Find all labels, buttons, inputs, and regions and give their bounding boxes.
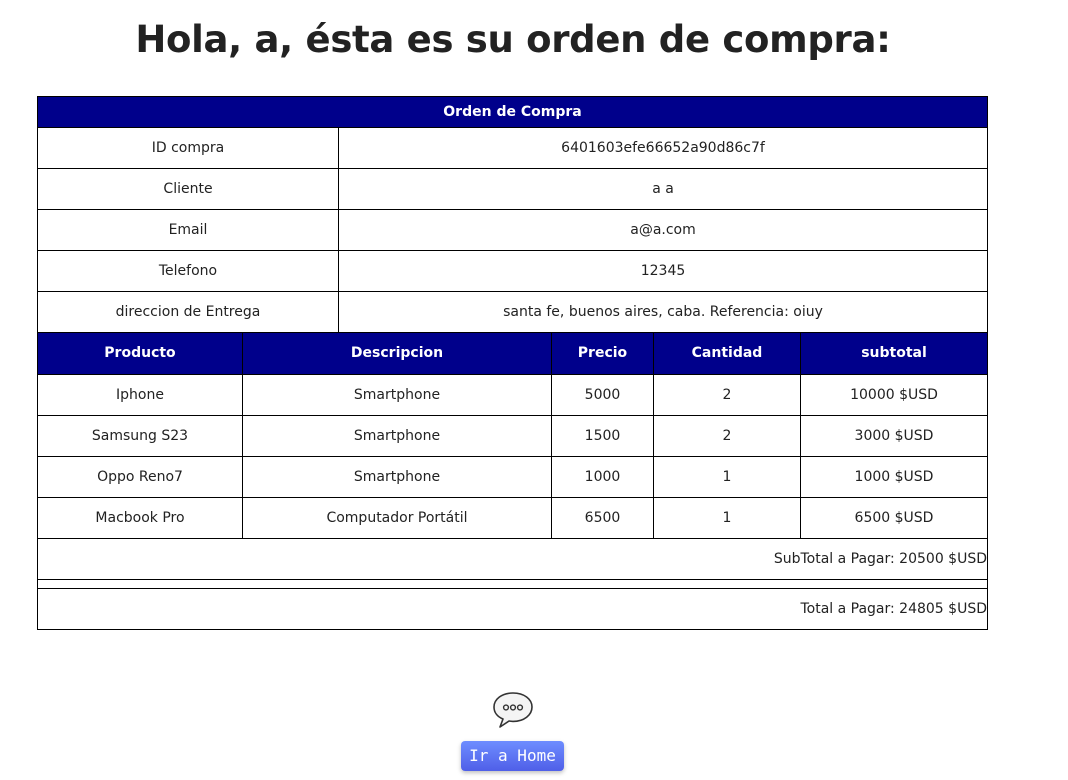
cell-subtotal: 3000 $USD [854, 428, 934, 444]
column-header: Descripcion [243, 333, 552, 374]
info-label: direccion de Entrega [38, 292, 339, 332]
info-label: Cliente [38, 169, 339, 209]
table-row: Oppo Reno7 Smartphone 1000 1 1000 $USD [38, 457, 987, 498]
cell-quantity: 2 [654, 375, 801, 415]
cell-product: Iphone [38, 375, 243, 415]
cell-description: Smartphone [243, 416, 552, 456]
page-title: Hola, a, ésta es su orden de compra: [135, 18, 891, 61]
cell-product: Macbook Pro [38, 498, 243, 538]
cell-subtotal: 10000 $USD [850, 387, 938, 403]
cell-price: 5000 [552, 375, 654, 415]
cell-product: Samsung S23 [38, 416, 243, 456]
subtotal-text: SubTotal a Pagar: 20500 $USD [38, 539, 987, 580]
info-row-phone: Telefono 12345 [38, 251, 987, 292]
info-row-id: ID compra 6401603efe66652a90d86c7f [38, 128, 987, 169]
page: Hola, a, ésta es su orden de compra: Ord… [0, 0, 1068, 780]
info-label: Telefono [38, 251, 339, 291]
info-value: a a [652, 181, 674, 197]
info-label: ID compra [38, 128, 339, 168]
cell-description: Smartphone [243, 375, 552, 415]
cell-product: Oppo Reno7 [38, 457, 243, 497]
total-text: Total a Pagar: 24805 $USD [800, 601, 987, 617]
info-row-email: Email a@a.com [38, 210, 987, 251]
info-row-address: direccion de Entrega santa fe, buenos ai… [38, 292, 987, 333]
order-table: Orden de Compra ID compra 6401603efe6665… [37, 96, 988, 630]
info-value: santa fe, buenos aires, caba. Referencia… [503, 304, 823, 320]
column-header: Cantidad [654, 333, 801, 374]
cell-quantity: 1 [654, 498, 801, 538]
column-header: Producto [38, 333, 243, 374]
cell-quantity: 1 [654, 457, 801, 497]
cell-quantity: 2 [654, 416, 801, 456]
divider [38, 580, 987, 589]
cell-price: 6500 [552, 498, 654, 538]
info-row-client: Cliente a a [38, 169, 987, 210]
info-value: 6401603efe66652a90d86c7f [561, 140, 765, 156]
cell-price: 1500 [552, 416, 654, 456]
order-title: Orden de Compra [38, 97, 987, 128]
cell-subtotal: 1000 $USD [854, 469, 934, 485]
table-row: Macbook Pro Computador Portátil 6500 1 6… [38, 498, 987, 539]
cell-subtotal: 6500 $USD [854, 510, 934, 526]
cell-description: Computador Portátil [243, 498, 552, 538]
products-header-row: Producto Descripcion Precio Cantidad sub… [38, 333, 987, 375]
home-button[interactable]: Ir a Home [461, 741, 564, 771]
table-row: Iphone Smartphone 5000 2 10000 $USD [38, 375, 987, 416]
info-value: 12345 [640, 263, 686, 279]
info-value: a@a.com [630, 222, 696, 238]
column-header: subtotal [861, 345, 927, 361]
cell-description: Smartphone [243, 457, 552, 497]
cell-price: 1000 [552, 457, 654, 497]
table-row: Samsung S23 Smartphone 1500 2 3000 $USD [38, 416, 987, 457]
info-label: Email [38, 210, 339, 250]
column-header: Precio [552, 333, 654, 374]
speech-bubble-icon[interactable] [492, 690, 534, 730]
